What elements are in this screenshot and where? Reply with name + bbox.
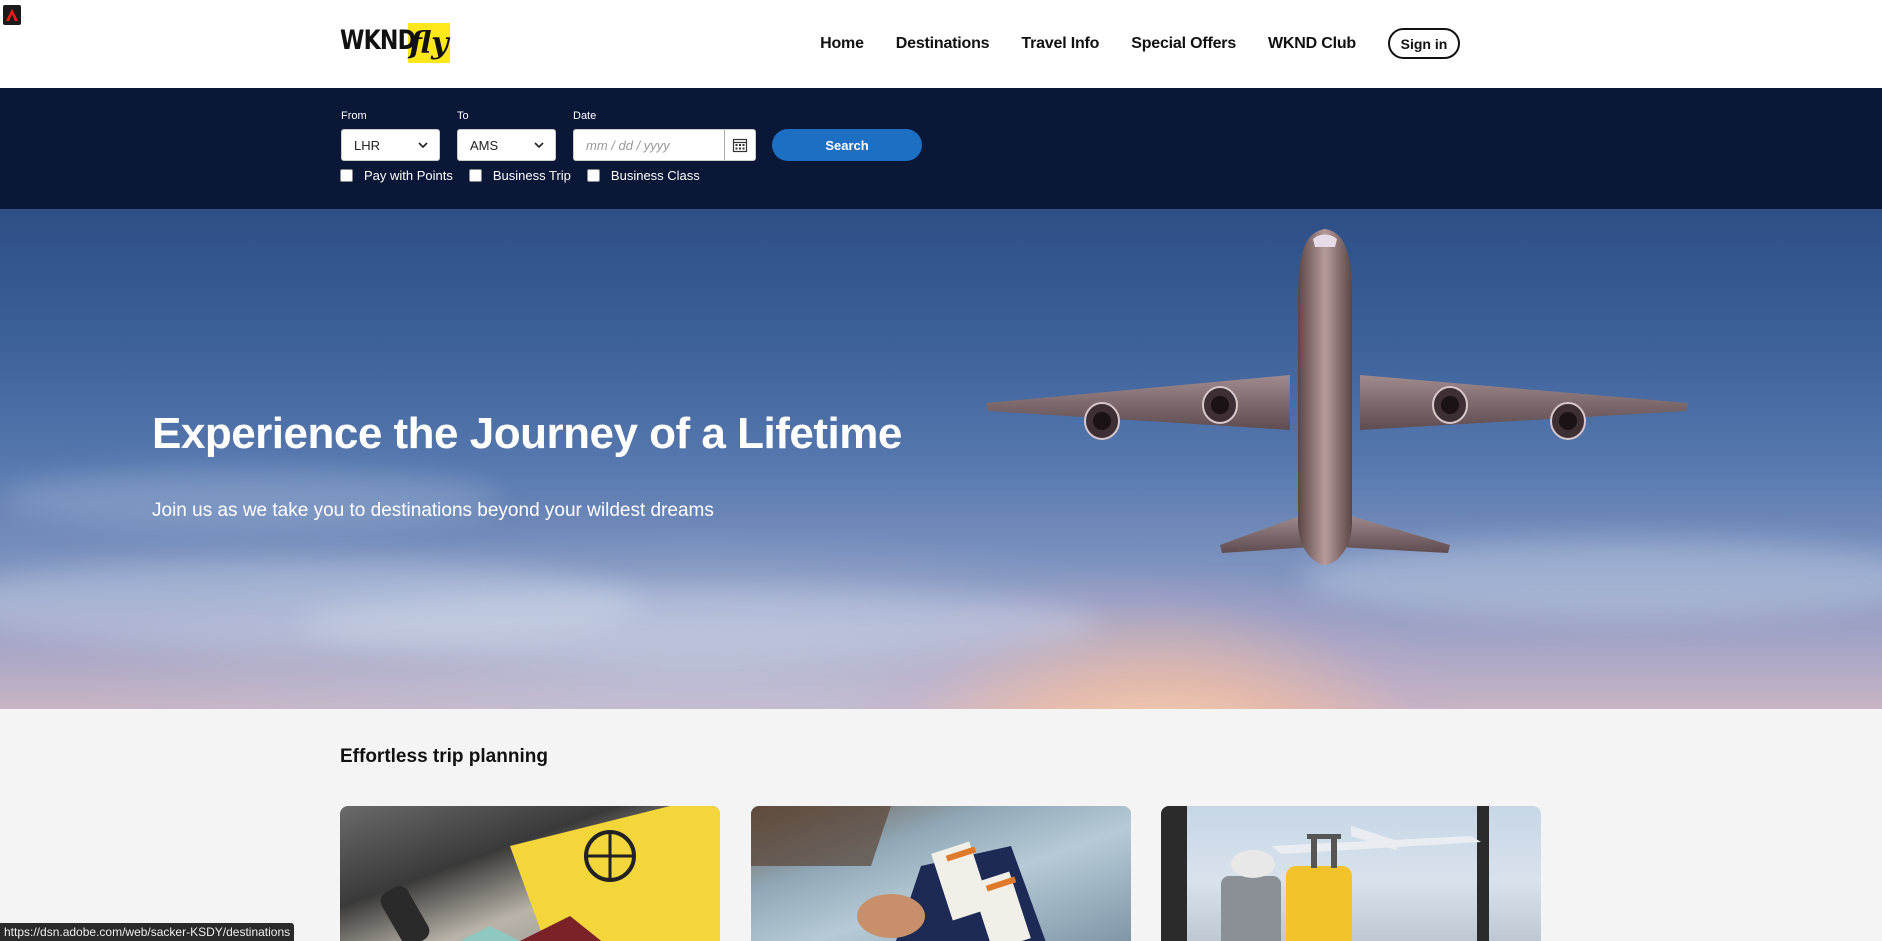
tickets-image bbox=[751, 806, 1046, 941]
trip-card-luggage[interactable] bbox=[1161, 806, 1541, 941]
business-trip-checkbox[interactable] bbox=[468, 169, 482, 182]
airplane-image bbox=[986, 229, 1688, 565]
luggage-image bbox=[1161, 806, 1489, 941]
to-value: AMS bbox=[470, 137, 499, 153]
sign-in-button[interactable]: Sign in bbox=[1388, 28, 1460, 59]
chevron-down-icon bbox=[418, 142, 428, 149]
business-class-checkbox[interactable] bbox=[586, 169, 600, 182]
option-business-trip[interactable]: Business Trip bbox=[468, 168, 571, 183]
chevron-down-icon bbox=[534, 142, 544, 149]
main-nav: Home Destinations Travel Info Special Of… bbox=[820, 28, 1460, 59]
nav-destinations[interactable]: Destinations bbox=[896, 35, 990, 53]
to-select[interactable]: AMS bbox=[457, 129, 556, 161]
to-label: To bbox=[457, 110, 469, 122]
search-options: Pay with Points Business Trip Business C… bbox=[340, 168, 716, 183]
from-select[interactable]: LHR bbox=[341, 129, 440, 161]
flight-search-bar: From LHR To AMS Date mm / dd / yyyy Sear… bbox=[0, 88, 1882, 209]
logo-wknd-text: WKND bbox=[340, 25, 416, 56]
search-button[interactable]: Search bbox=[772, 129, 922, 161]
wknd-fly-logo[interactable]: WKND fly bbox=[340, 23, 450, 65]
date-placeholder: mm / dd / yyyy bbox=[586, 137, 670, 153]
hero-banner: Experience the Journey of a Lifetime Joi… bbox=[0, 209, 1882, 709]
option-pay-with-points[interactable]: Pay with Points bbox=[340, 168, 453, 183]
nav-wknd-club[interactable]: WKND Club bbox=[1268, 35, 1356, 53]
nav-special-offers[interactable]: Special Offers bbox=[1131, 35, 1236, 53]
business-trip-label: Business Trip bbox=[492, 168, 571, 183]
from-label: From bbox=[341, 110, 367, 122]
pay-with-points-checkbox[interactable] bbox=[340, 169, 353, 182]
date-input[interactable]: mm / dd / yyyy bbox=[573, 129, 756, 161]
trip-card-tickets[interactable] bbox=[751, 806, 1131, 941]
date-label: Date bbox=[573, 110, 597, 122]
nav-travel-info[interactable]: Travel Info bbox=[1021, 35, 1099, 53]
adobe-icon[interactable] bbox=[3, 5, 21, 25]
status-bar-url: https://dsn.adobe.com/web/sacker-KSDY/de… bbox=[0, 923, 295, 941]
calendar-icon[interactable] bbox=[724, 130, 755, 160]
hero-title: Experience the Journey of a Lifetime bbox=[152, 409, 902, 458]
from-value: LHR bbox=[354, 137, 381, 153]
section-title: Effortless trip planning bbox=[340, 746, 548, 767]
pay-with-points-label: Pay with Points bbox=[364, 168, 453, 183]
option-business-class[interactable]: Business Class bbox=[586, 168, 700, 183]
trip-card-passport[interactable] bbox=[340, 806, 720, 941]
nav-home[interactable]: Home bbox=[820, 35, 864, 53]
site-header: WKND fly Home Destinations Travel Info S… bbox=[0, 0, 1882, 88]
business-class-label: Business Class bbox=[610, 168, 700, 183]
passport-image bbox=[380, 806, 720, 941]
hero-subtitle: Join us as we take you to destinations b… bbox=[152, 500, 714, 521]
